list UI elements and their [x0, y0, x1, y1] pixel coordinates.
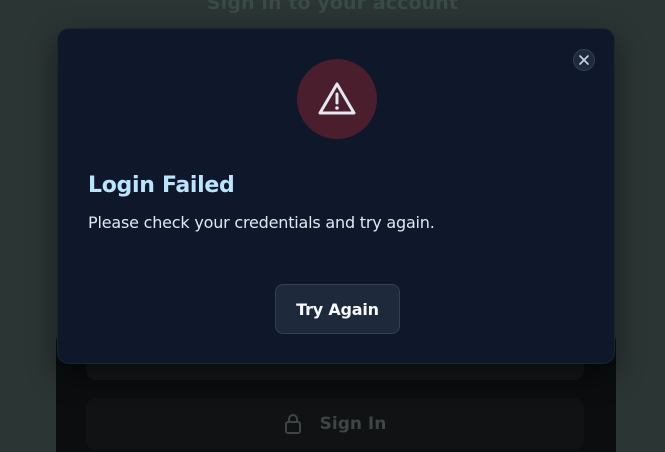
- close-button[interactable]: [573, 49, 595, 71]
- dialog-title: Login Failed: [88, 173, 235, 198]
- warning-triangle-icon: [318, 82, 356, 115]
- background-sign-in-label: Sign In: [319, 414, 387, 434]
- background-page-title: Sign in to your account: [206, 0, 459, 14]
- dialog-message: Please check your credentials and try ag…: [88, 213, 435, 232]
- background-sign-in-button: Sign In: [86, 398, 584, 450]
- close-icon: [579, 55, 589, 65]
- alert-badge: [297, 59, 377, 139]
- lock-icon: [284, 414, 301, 434]
- try-again-button[interactable]: Try Again: [275, 284, 400, 334]
- login-failed-dialog: Login Failed Please check your credentia…: [57, 28, 615, 364]
